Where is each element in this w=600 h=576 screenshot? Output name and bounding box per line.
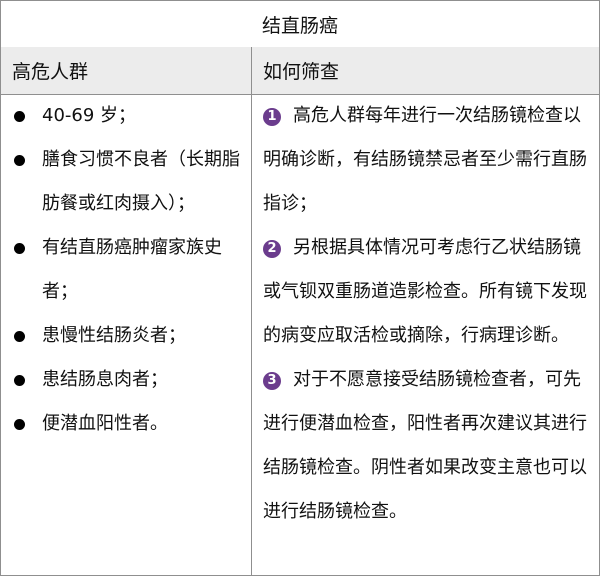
bullet-icon xyxy=(14,111,25,122)
list-item: 患慢性结肠炎者； xyxy=(1,314,251,358)
list-item: 膳食习惯不良者（长期脂肪餐或红肉摄入）； xyxy=(1,138,251,226)
high-risk-list: 40-69 岁； 膳食习惯不良者（长期脂肪餐或红肉摄入）； 有结直肠癌肿瘤家族史… xyxy=(1,94,251,446)
risk-text: 便潜血阳性者。 xyxy=(42,413,168,434)
screening-text: 另根据具体情况可考虑行乙状结肠镜或气钡双重肠道造影检查。所有镜下发现的病变应取活… xyxy=(263,237,587,346)
table-title: 结直肠癌 xyxy=(1,1,599,48)
bullet-icon xyxy=(14,331,25,342)
header-high-risk-groups: 高危人群 xyxy=(12,61,89,83)
risk-text: 患结肠息肉者； xyxy=(42,369,168,390)
list-item: 3 对于不愿意接受结肠镜检查者，可先进行便潜血检查，阳性者再次建议其进行结肠镜检查… xyxy=(252,358,599,534)
bullet-icon xyxy=(14,375,25,386)
header-screening-methods: 如何筛查 xyxy=(263,61,340,83)
colorectal-cancer-table: 结直肠癌 高危人群 如何筛查 40-69 岁； 膳食习惯不良者（长期脂肪餐或红肉… xyxy=(0,0,600,576)
table-header-row: 高危人群 如何筛查 xyxy=(1,47,599,95)
screening-text: 对于不愿意接受结肠镜检查者，可先进行便潜血检查，阳性者再次建议其进行结肠镜检查。… xyxy=(263,369,587,522)
number-badge-icon: 1 xyxy=(263,108,281,126)
list-item: 便潜血阳性者。 xyxy=(1,402,251,446)
risk-text: 膳食习惯不良者（长期脂肪餐或红肉摄入）； xyxy=(42,149,240,214)
bullet-icon xyxy=(14,155,25,166)
number-badge-icon: 2 xyxy=(263,240,281,258)
risk-text: 40-69 岁； xyxy=(42,105,137,126)
list-item: 2 另根据具体情况可考虑行乙状结肠镜或气钡双重肠道造影检查。所有镜下发现的病变应取… xyxy=(252,226,599,358)
screening-text: 高危人群每年进行一次结肠镜检查以明确诊断，有结肠镜禁忌者至少需行直肠指诊； xyxy=(263,105,587,214)
risk-text: 有结直肠癌肿瘤家族史者； xyxy=(42,237,222,302)
bullet-icon xyxy=(14,243,25,254)
list-item: 1 高危人群每年进行一次结肠镜检查以明确诊断，有结肠镜禁忌者至少需行直肠指诊； xyxy=(252,94,599,226)
bullet-icon xyxy=(14,419,25,430)
risk-text: 患慢性结肠炎者； xyxy=(42,325,186,346)
list-item: 有结直肠癌肿瘤家族史者； xyxy=(1,226,251,314)
list-item: 40-69 岁； xyxy=(1,94,251,138)
number-badge-icon: 3 xyxy=(263,372,281,390)
list-item: 患结肠息肉者； xyxy=(1,358,251,402)
screening-methods-list: 1 高危人群每年进行一次结肠镜检查以明确诊断，有结肠镜禁忌者至少需行直肠指诊； 2… xyxy=(252,94,599,534)
